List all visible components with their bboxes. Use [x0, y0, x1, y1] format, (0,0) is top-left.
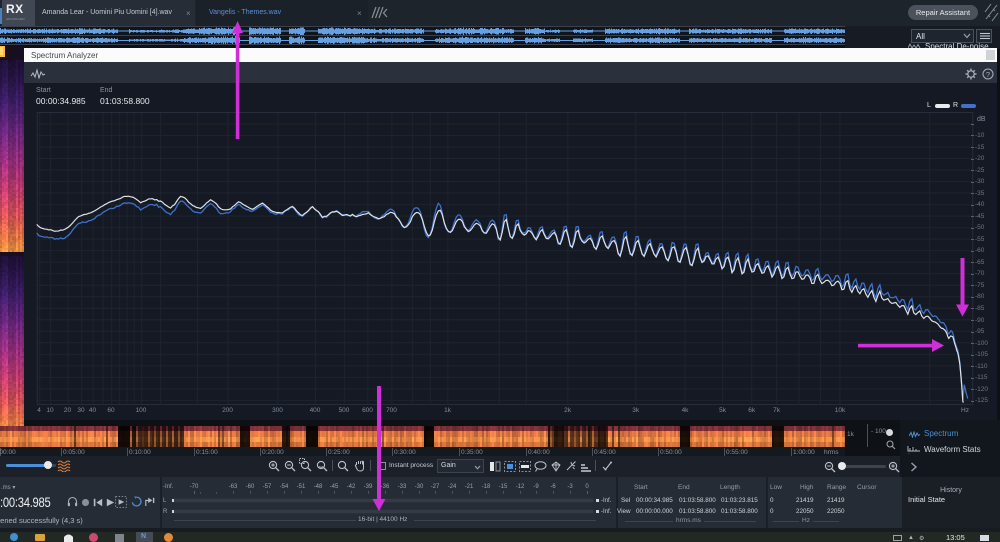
svg-text:?: ? — [986, 70, 990, 79]
svg-text:..: .. — [908, 450, 910, 454]
